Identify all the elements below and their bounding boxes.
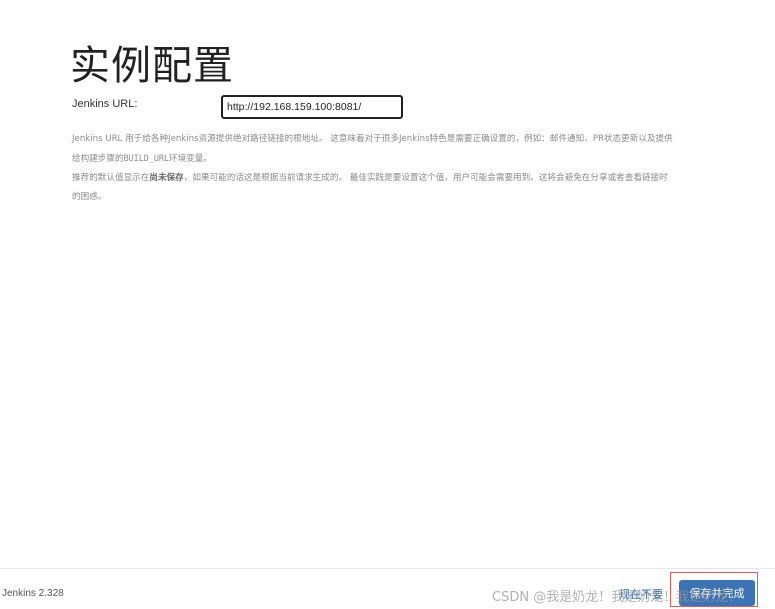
jenkins-version: Jenkins 2.328 <box>2 588 64 599</box>
footer-divider <box>0 568 775 569</box>
jenkins-url-help-text: Jenkins URL 用于给各种Jenkins资源提供绝对路径链接的根地址。 … <box>72 130 676 207</box>
skip-button[interactable]: 现在不要 <box>619 586 663 602</box>
help-paragraph-1: Jenkins URL 用于给各种Jenkins资源提供绝对路径链接的根地址。 … <box>72 130 676 169</box>
help-paragraph-2: 推荐的默认值显示在尚未保存，如果可能的话这是根据当前请求生成的。 最佳实践是要设… <box>72 169 676 207</box>
instance-configuration-page: 实例配置 Jenkins URL: Jenkins URL 用于给各种Jenki… <box>0 0 775 609</box>
save-and-finish-button[interactable]: 保存并完成 <box>679 580 755 606</box>
jenkins-url-label: Jenkins URL: <box>72 98 138 110</box>
help-line2-bold: 尚未保存 <box>149 173 184 183</box>
help-line1-tail: 环境变量。 <box>168 154 212 164</box>
build-url-code: BUILD_URL <box>123 153 169 163</box>
page-title: 实例配置 <box>70 43 234 89</box>
jenkins-url-input[interactable] <box>221 95 403 119</box>
help-line2-prefix: 推荐的默认值显示在 <box>72 173 150 183</box>
